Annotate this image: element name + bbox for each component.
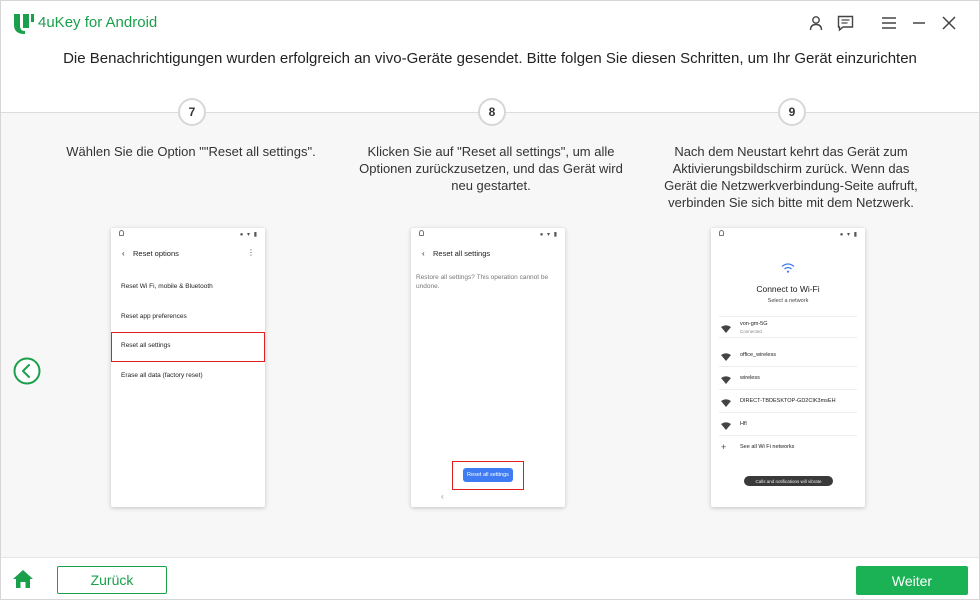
phone-more-icon: ⋮ (247, 248, 255, 257)
app-title: 4uKey for Android (38, 14, 158, 31)
step-9-description: Nach dem Neustart kehrt das Gerät zum Ak… (664, 144, 918, 210)
title-bar: 4uKey for Android (1, 1, 979, 45)
phone-menu-item: Reset Wi Fi, mobile & Bluetooth (121, 283, 213, 290)
phone-back-icon: ‹ (122, 249, 125, 258)
wifi-icon (781, 263, 795, 273)
phone-screenshot-reset-options: ● ▾ ▮ ‹ Reset options ⋮ Reset Wi Fi, mob… (111, 228, 265, 507)
plus-icon: + (721, 442, 727, 452)
network-name: wireless (740, 375, 760, 381)
content-area: Die Benachrichtigungen wurden erfolgreic… (1, 45, 979, 557)
phone-menu-item: Erase all data (factory reset) (121, 372, 203, 379)
phone-screen-title: Reset all settings (433, 249, 491, 258)
network-row: office_wireless (719, 345, 857, 367)
phone-status-bar: ● ▾ ▮ (411, 228, 565, 240)
step-number-9: 9 (778, 98, 806, 126)
minimize-icon (913, 22, 925, 24)
close-button[interactable] (939, 13, 959, 33)
network-name: von-gm-5G (740, 321, 768, 327)
network-row: von-gm-5G Connected (719, 316, 857, 338)
wifi-lock-icon (721, 325, 731, 333)
step-number-8: 8 (478, 98, 506, 126)
network-name: Hfl (740, 421, 747, 427)
network-row: DIRECT-TBDESKTOP-GD2CIK3msEH (719, 391, 857, 413)
next-button[interactable]: Weiter (856, 566, 968, 595)
feedback-button[interactable] (835, 13, 855, 33)
wifi-lock-icon (721, 422, 731, 430)
home-button[interactable] (12, 569, 34, 589)
phone-screenshot-reset-all-settings: ● ▾ ▮ ‹ Reset all settings Restore all s… (411, 228, 565, 507)
phone-confirm-message: Restore all settings? This operation can… (416, 274, 549, 290)
close-icon (942, 16, 956, 30)
menu-icon (882, 17, 896, 29)
phone-menu-item-highlighted: Reset all settings (121, 342, 171, 349)
phone-nav-back-icon: ‹ (441, 492, 444, 501)
app-window: 4uKey for Android Die Benachrichtigungen… (0, 0, 980, 600)
phone-wifi-subtitle: Select a network (767, 298, 809, 304)
see-all-networks-row: + See all Wi Fi networks (719, 437, 857, 459)
phone-status-bar: ● ▾ ▮ (111, 228, 265, 240)
step-7-description: Wählen Sie die Option ""Reset all settin… (66, 144, 316, 159)
phone-menu-item: Reset app preferences (121, 313, 187, 320)
phone-screen-title: Reset options (133, 249, 179, 258)
wifi-lock-icon (721, 399, 731, 407)
see-all-label: See all Wi Fi networks (740, 444, 795, 450)
network-name: office_wireless (740, 352, 776, 358)
previous-step-button[interactable] (13, 357, 41, 385)
chat-icon (837, 15, 853, 32)
minimize-button[interactable] (909, 13, 929, 33)
wifi-lock-icon (721, 376, 731, 384)
app-logo-icon (14, 14, 34, 34)
network-row: Hfl (719, 414, 857, 436)
bottom-bar: Zurück Weiter (1, 557, 979, 599)
phone-wifi-title: Connect to Wi-Fi (756, 284, 820, 294)
phone-screenshot-connect-wifi: ● ▾ ▮ Connect to Wi-Fi Select a network … (711, 228, 865, 507)
phone-reset-button: Reset all settings (463, 468, 513, 482)
step-8-description: Klicken Sie auf "Reset all settings", um… (359, 144, 623, 193)
wifi-lock-icon (721, 353, 731, 361)
phone-toast: Calls and notifications will vibrate (744, 476, 833, 486)
user-icon (809, 16, 823, 31)
network-row: wireless (719, 368, 857, 390)
phone-status-bar: ● ▾ ▮ (711, 228, 865, 240)
account-button[interactable] (806, 13, 826, 33)
network-status: Connected (740, 329, 762, 334)
back-button[interactable]: Zurück (57, 566, 167, 594)
network-name: DIRECT-TBDESKTOP-GD2CIK3msEH (740, 398, 836, 404)
page-heading: Die Benachrichtigungen wurden erfolgreic… (63, 50, 917, 67)
step-number-7: 7 (178, 98, 206, 126)
menu-button[interactable] (879, 13, 899, 33)
phone-back-icon: ‹ (422, 249, 425, 258)
